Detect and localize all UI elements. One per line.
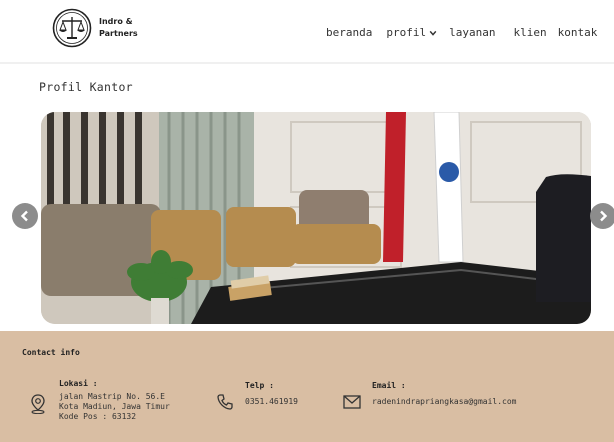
image-carousel[interactable] (41, 112, 591, 324)
nav-profil-label: profil (386, 26, 427, 39)
nav-layanan[interactable]: layanan (449, 26, 495, 39)
phone-icon (217, 394, 233, 410)
lokasi-label: Lokasi : (59, 379, 98, 388)
nav-klien[interactable]: klien (513, 26, 546, 39)
office-photo (41, 112, 591, 324)
chevron-right-icon (600, 210, 608, 222)
nav-profil[interactable]: profil (386, 26, 437, 39)
nav-kontak[interactable]: kontak (558, 26, 598, 39)
brand-line-2: Partners (99, 29, 138, 38)
envelope-icon (343, 395, 361, 409)
nav-beranda[interactable]: beranda (326, 26, 372, 39)
telp-value[interactable]: 0351.461919 (245, 397, 298, 407)
carousel-next-button[interactable] (590, 203, 614, 229)
page-title: Profil Kantor (39, 80, 133, 94)
telp-label: Telp : (245, 381, 274, 390)
email-value[interactable]: radenindrapriangkasa@gmail.com (372, 397, 517, 407)
carousel-prev-button[interactable] (12, 203, 38, 229)
address-line-1: jalan Mastrip No. 56.E (59, 392, 165, 401)
main-nav: beranda profil layanan klien kontak (326, 26, 598, 39)
scales-logo-icon (52, 8, 92, 48)
logo[interactable] (52, 8, 92, 48)
address-line-3: Kode Pos : 63132 (59, 412, 137, 421)
site-footer: Contact info Lokasi : jalan Mastrip No. … (0, 331, 614, 442)
contact-info-title: Contact info (22, 348, 80, 357)
brand-line-1: Indro & (99, 17, 133, 26)
chevron-left-icon (20, 210, 28, 222)
site-header: Indro & Partners beranda profil layanan … (0, 0, 614, 64)
address-line-2: Kota Madiun, Jawa Timur (59, 402, 170, 411)
chevron-down-icon (429, 30, 437, 36)
email-label: Email : (372, 381, 406, 390)
lokasi-address: jalan Mastrip No. 56.E Kota Madiun, Jawa… (59, 392, 170, 422)
location-pin-icon (31, 394, 45, 414)
brand-name[interactable]: Indro & Partners (99, 16, 169, 40)
